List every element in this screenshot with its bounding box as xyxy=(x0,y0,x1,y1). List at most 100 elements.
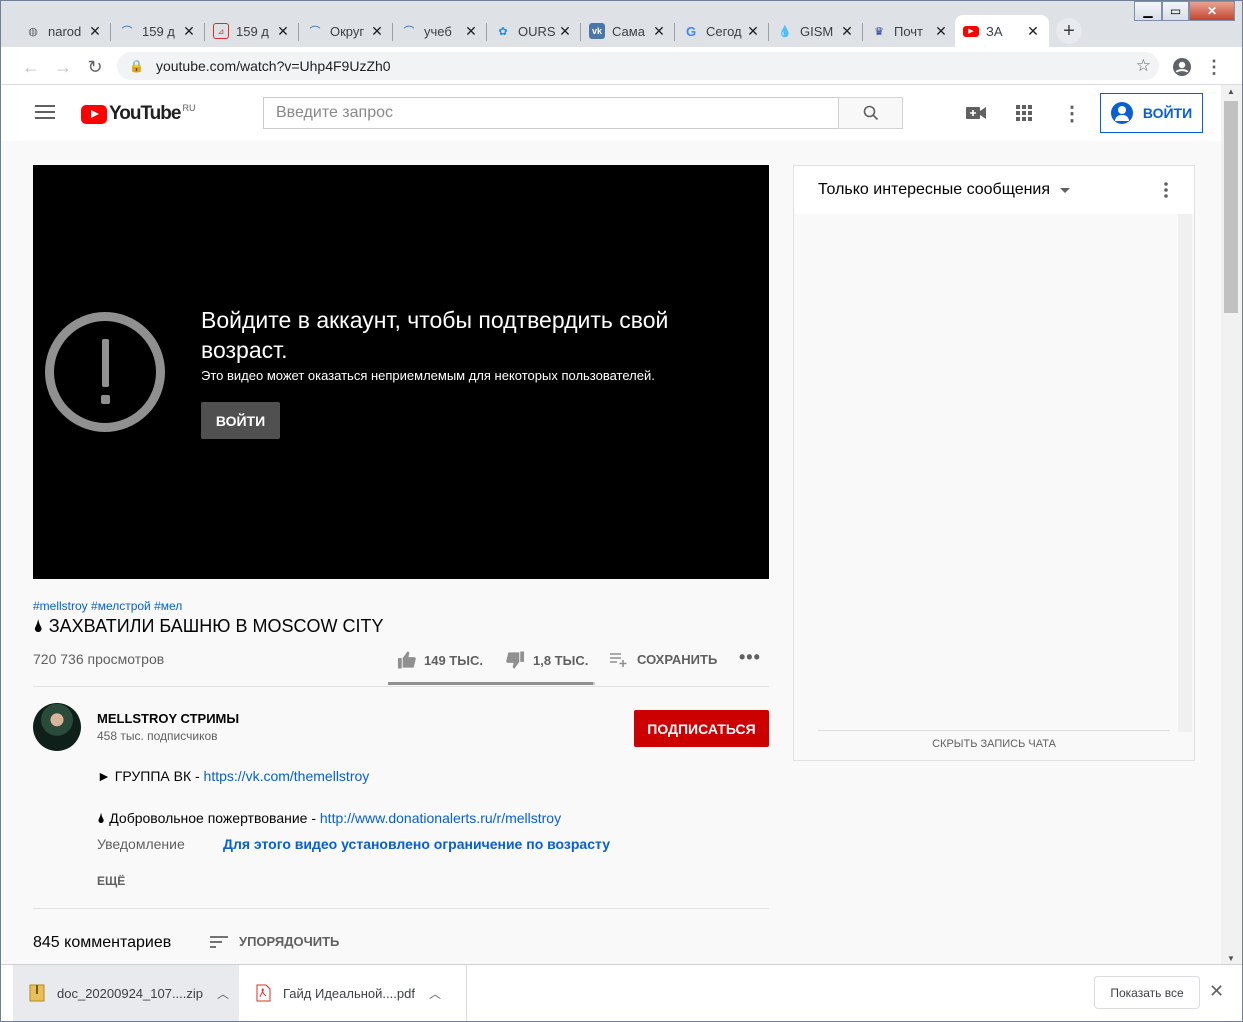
close-icon[interactable]: ✕ xyxy=(1025,23,1041,40)
close-icon[interactable]: ✕ xyxy=(557,23,573,40)
globe-icon: ◍ xyxy=(28,25,38,38)
chevron-down-icon xyxy=(1060,187,1071,193)
close-icon[interactable]: ✕ xyxy=(463,23,479,40)
divider xyxy=(33,686,769,687)
vk-icon: vk xyxy=(589,23,605,39)
search-button[interactable] xyxy=(838,97,903,129)
hamburger-menu-icon[interactable] xyxy=(35,105,55,119)
channel-avatar[interactable] xyxy=(33,703,81,751)
age-gate-signin-button[interactable]: ВОЙТИ xyxy=(201,402,280,439)
profile-icon[interactable] xyxy=(1170,55,1194,79)
apps-grid-icon[interactable] xyxy=(1012,103,1036,123)
scroll-up-icon[interactable]: ▲ xyxy=(1227,87,1235,96)
hide-chat-button[interactable]: СКРЫТЬ ЗАПИСЬ ЧАТА xyxy=(794,738,1194,750)
close-icon[interactable]: ✕ xyxy=(1209,981,1224,1002)
swoosh-icon: ⌒ xyxy=(309,26,321,38)
subscribe-button[interactable]: ПОДПИСАТЬСЯ xyxy=(634,710,769,747)
maximize-button[interactable]: ▭ xyxy=(1162,1,1189,21)
show-all-downloads-button[interactable]: Показать все xyxy=(1094,976,1200,1009)
dislike-button[interactable]: 1,8 ТЫС. xyxy=(506,651,588,669)
save-button[interactable]: СОХРАНИТЬ xyxy=(609,651,717,667)
youtube-header: YouTube RU Введите запрос ⋮ ВОЙТИ xyxy=(1,85,1221,141)
description-line-vk: ► ГРУППА ВК - https://vk.com/themellstro… xyxy=(97,768,370,784)
channel-name[interactable]: MELLSTROY СТРИМЫ xyxy=(97,711,239,726)
header-signin-button[interactable]: ВОЙТИ xyxy=(1100,93,1203,133)
like-button[interactable]: 149 ТЫС. xyxy=(397,651,483,669)
divider xyxy=(33,908,769,909)
tab-7[interactable]: vk Сама ✕ xyxy=(581,15,675,47)
close-icon[interactable]: ✕ xyxy=(181,23,197,40)
close-icon[interactable]: ✕ xyxy=(933,23,949,40)
emblem-icon: ♛ xyxy=(874,25,884,38)
tab-3[interactable]: ⊿ 159 д ✕ xyxy=(205,15,299,47)
chat-scrollbar[interactable] xyxy=(1178,214,1192,732)
tab-1[interactable]: ◍ narod ✕ xyxy=(17,15,111,47)
show-more-button[interactable]: ЕЩЁ xyxy=(97,874,125,888)
drop-icon: 💧 xyxy=(778,25,792,38)
reload-icon[interactable]: ↻ xyxy=(83,55,107,79)
close-icon[interactable]: ✕ xyxy=(745,23,761,40)
age-restriction-link[interactable]: Для этого видео установлено ограничение … xyxy=(223,836,610,852)
close-icon[interactable]: ✕ xyxy=(839,23,855,40)
tab-strip: ◍ narod ✕ ⌒ 159 д ✕ ⊿ 159 д ✕ ⌒ Округ ✕ … xyxy=(1,1,1242,47)
search-input[interactable]: Введите запрос xyxy=(263,97,839,129)
video-player[interactable]: Войдите в аккаунт, чтобы подтвердить сво… xyxy=(33,165,769,579)
chat-mode-selector[interactable]: Только интересные сообщения xyxy=(794,166,1194,214)
minimize-button[interactable]: ▁ xyxy=(1134,1,1162,21)
tab-8[interactable]: G Сегод ✕ xyxy=(675,15,769,47)
comment-count: 845 комментариев xyxy=(33,934,172,951)
tab-10[interactable]: ♛ Почт ✕ xyxy=(863,15,957,47)
download-bar: doc_20200924_107....zip ︿ Гайд Идеальной… xyxy=(1,964,1242,1021)
warning-icon xyxy=(45,312,165,432)
zip-file-icon xyxy=(29,984,45,1002)
tab-9[interactable]: 💧 GISM ✕ xyxy=(769,15,863,47)
age-gate-subtitle: Это видео может оказаться неприемлемым д… xyxy=(201,368,655,383)
address-bar[interactable]: 🔒 youtube.com/watch?v=Uhp4F9UzZh0 ☆ xyxy=(117,52,1159,80)
youtube-logo[interactable]: YouTube RU xyxy=(81,103,195,125)
tab-4[interactable]: ⌒ Округ ✕ xyxy=(299,15,393,47)
tab-2[interactable]: ⌒ 159 д ✕ xyxy=(111,15,205,47)
youtube-page: YouTube RU Введите запрос ⋮ ВОЙТИ Войдит… xyxy=(1,85,1221,965)
more-actions-icon[interactable]: ••• xyxy=(739,647,761,668)
thumbs-up-icon xyxy=(397,651,416,669)
chat-menu-icon[interactable] xyxy=(1164,182,1168,198)
scroll-down-icon[interactable]: ▼ xyxy=(1227,954,1235,963)
close-icon[interactable]: ✕ xyxy=(651,23,667,40)
description-line-donation: 🌢 Добровольное пожертвование - http://ww… xyxy=(97,810,562,826)
account-icon xyxy=(1110,102,1133,124)
new-tab-button[interactable]: + xyxy=(1056,18,1082,44)
forward-arrow-icon[interactable]: → xyxy=(51,55,75,79)
divider xyxy=(818,730,1170,731)
create-video-icon[interactable] xyxy=(964,103,988,123)
donation-link[interactable]: http://www.donationalerts.ru/r/mellstroy xyxy=(320,810,561,826)
settings-dots-icon[interactable]: ⋮ xyxy=(1060,103,1084,125)
vk-link[interactable]: https://vk.com/themellstroy xyxy=(204,768,370,784)
close-icon[interactable]: ✕ xyxy=(369,23,385,40)
youtube-icon: ▶ xyxy=(963,25,979,37)
page-scrollbar[interactable]: ▲ ▼ xyxy=(1221,85,1242,965)
sort-comments-button[interactable]: УПОРЯДОЧИТЬ xyxy=(209,934,339,949)
scrollbar-thumb[interactable] xyxy=(1224,101,1238,313)
back-arrow-icon[interactable]: ← xyxy=(19,55,43,79)
google-icon: G xyxy=(685,23,697,39)
ours-icon: ✿ xyxy=(498,25,508,38)
close-icon[interactable]: ✕ xyxy=(275,23,291,40)
menu-dots-icon[interactable]: ⋮ xyxy=(1202,55,1226,79)
pdf-icon: ⊿ xyxy=(213,23,229,39)
tab-6[interactable]: ✿ OURS ✕ xyxy=(487,15,581,47)
chevron-up-icon[interactable]: ︿ xyxy=(429,985,441,1002)
close-icon[interactable]: ✕ xyxy=(87,23,103,40)
pdf-file-icon xyxy=(256,984,271,1002)
tab-11-active[interactable]: ▶ ЗА ✕ xyxy=(955,15,1049,47)
download-item-zip[interactable]: doc_20200924_107....zip ︿ xyxy=(13,965,239,1021)
tab-5[interactable]: ⌒ учеб ✕ xyxy=(393,15,487,47)
browser-toolbar: ← → ↻ 🔒 youtube.com/watch?v=Uhp4F9UzZh0 … xyxy=(1,47,1242,85)
download-item-pdf[interactable]: Гайд Идеальной....pdf ︿ xyxy=(255,965,467,1021)
window-close-button[interactable]: ✕ xyxy=(1189,1,1235,21)
star-icon[interactable]: ☆ xyxy=(1136,56,1151,76)
video-hashtags[interactable]: #mellstroy #мелстрой #мел xyxy=(33,599,182,613)
notice-label: Уведомление xyxy=(97,836,185,852)
view-count: 720 736 просмотров xyxy=(33,651,165,667)
chevron-up-icon[interactable]: ︿ xyxy=(217,985,229,1002)
lock-icon: 🔒 xyxy=(129,59,144,73)
